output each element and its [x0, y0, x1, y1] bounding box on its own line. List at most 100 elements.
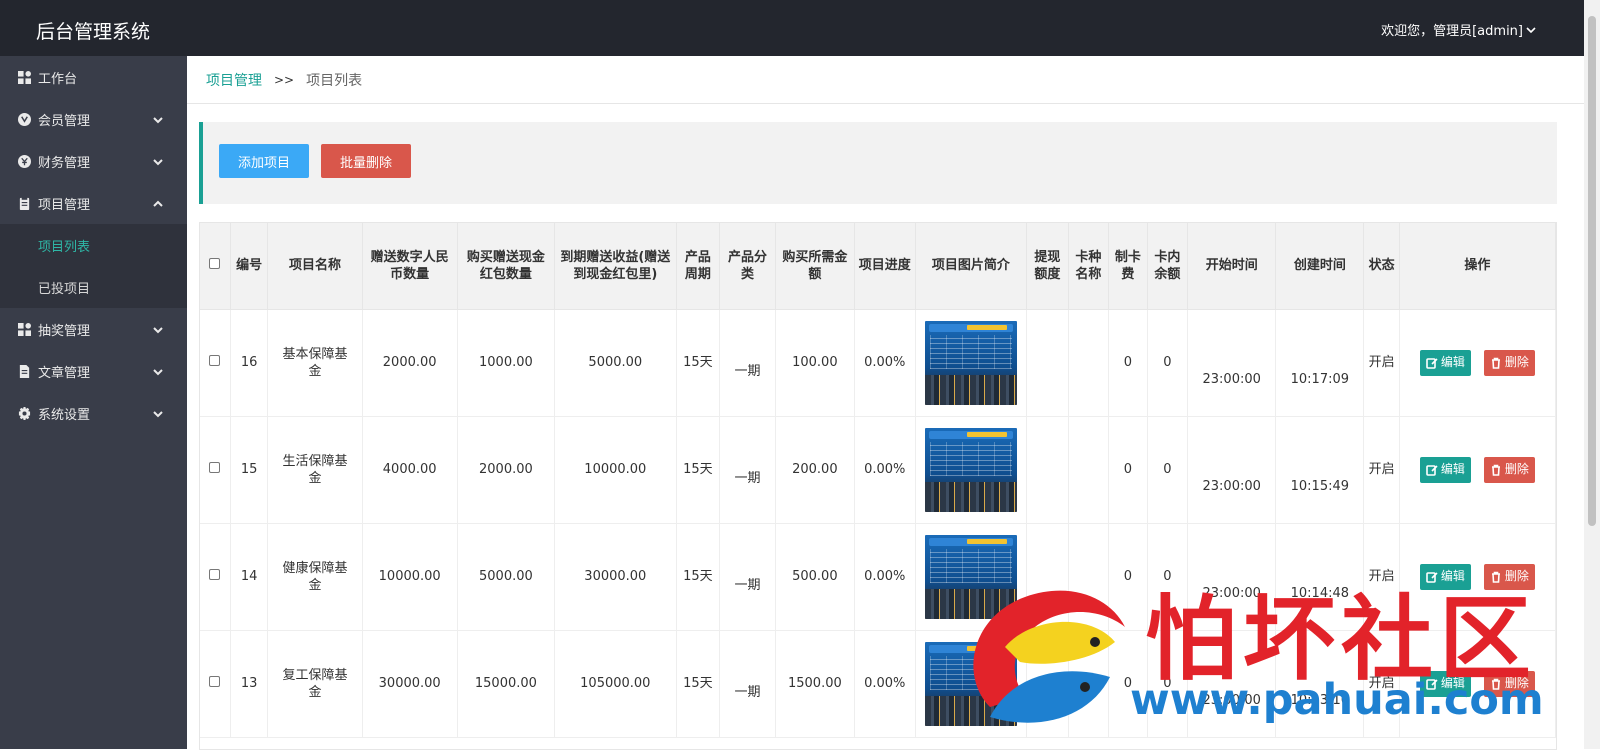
header-id: 编号: [230, 223, 269, 310]
project-image[interactable]: [924, 641, 1017, 726]
add-project-button[interactable]: 添加项目: [219, 144, 309, 178]
chevron-down-icon: [153, 156, 163, 166]
cell-maturity: 105000.00: [554, 630, 677, 738]
sidebar-item-members[interactable]: 会员管理: [0, 98, 187, 140]
header-cycle: 产品周期: [676, 223, 721, 310]
cell-cash-red: 2000.00: [457, 416, 556, 524]
cell-withdraw: [1026, 309, 1069, 417]
table-header-row: 编号 项目名称 赠送数字人民币数量 购买赠送现金红包数量 到期赠送收益(赠送到现…: [200, 223, 1556, 310]
project-icon: [17, 196, 32, 211]
table-row: 16 基本保障基金 2000.00 1000.00 5000.00 15天 一期 100.00…: [200, 309, 1556, 417]
row-checkbox[interactable]: [209, 569, 221, 580]
cell-card-fee: 0: [1108, 416, 1148, 524]
toolbar: 添加项目 批量删除: [199, 122, 1557, 204]
header-select-all[interactable]: [200, 223, 231, 310]
edit-icon: [1426, 357, 1438, 369]
delete-button[interactable]: 删除: [1483, 456, 1535, 483]
sidebar-item-finance[interactable]: 财务管理: [0, 140, 187, 182]
delete-button[interactable]: 删除: [1483, 670, 1535, 697]
trash-icon: [1491, 678, 1500, 690]
row-checkbox[interactable]: [209, 676, 221, 687]
sidebar-subitem-invested-projects[interactable]: 已投项目: [0, 266, 187, 308]
sidebar-item-projects[interactable]: 项目管理: [0, 182, 187, 224]
cell-status: 开启: [1363, 416, 1400, 524]
scrollbar-thumb[interactable]: [1588, 16, 1596, 526]
cell-cycle: 15天: [676, 630, 721, 738]
cell-digital: 30000.00: [362, 630, 458, 738]
sidebar-subitem-project-list[interactable]: 项目列表: [0, 224, 187, 266]
page-scrollbar[interactable]: [1584, 0, 1600, 749]
project-image[interactable]: [924, 427, 1017, 512]
project-image[interactable]: [924, 320, 1017, 405]
cell-status: 开启: [1363, 309, 1400, 417]
row-checkbox[interactable]: [209, 355, 221, 366]
cell-select[interactable]: [200, 416, 231, 524]
cell-image: [915, 523, 1028, 631]
cell-status: 开启: [1363, 523, 1400, 631]
cell-amount: 1500.00: [775, 630, 855, 738]
cell-category: 一期: [719, 309, 776, 417]
welcome-text: 欢迎您，管理员[admin]: [1381, 24, 1523, 39]
edit-button[interactable]: 编辑: [1419, 670, 1471, 697]
chevron-down-icon: [153, 324, 163, 334]
sidebar-item-label: 会员管理: [38, 113, 91, 129]
select-all-checkbox[interactable]: [209, 258, 221, 270]
delete-button[interactable]: 删除: [1483, 349, 1535, 376]
project-image[interactable]: [924, 534, 1017, 619]
edit-label: 编辑: [1440, 676, 1465, 690]
cell-select[interactable]: [200, 630, 231, 738]
row-checkbox[interactable]: [209, 462, 221, 473]
cell-progress: 0.00%: [854, 416, 916, 524]
dashboard-icon: [17, 70, 32, 85]
user-menu[interactable]: 欢迎您，管理员[admin]: [1381, 20, 1536, 39]
edit-button[interactable]: 编辑: [1419, 349, 1471, 376]
cell-card-fee: 0: [1108, 630, 1148, 738]
header-amount: 购买所需金额: [775, 223, 855, 310]
breadcrumb: 项目管理 >> 项目列表: [187, 56, 1584, 104]
cell-image: [915, 309, 1028, 417]
header-withdraw: 提现额度: [1026, 223, 1069, 310]
cell-withdraw: [1026, 416, 1069, 524]
app-title: 后台管理系统: [36, 21, 151, 43]
sidebar-item-articles[interactable]: 文章管理: [0, 350, 187, 392]
edit-button[interactable]: 编辑: [1419, 456, 1471, 483]
sidebar-item-label: 文章管理: [38, 365, 91, 381]
cell-amount: 500.00: [775, 523, 855, 631]
cell-select[interactable]: [200, 309, 231, 417]
sidebar-item-dashboard[interactable]: 工作台: [0, 56, 187, 98]
delete-label: 删除: [1504, 569, 1529, 583]
delete-button[interactable]: 删除: [1483, 563, 1535, 590]
chevron-down-icon: [153, 366, 163, 376]
cell-progress: 0.00%: [854, 630, 916, 738]
header-card-name: 卡种名称: [1068, 223, 1110, 310]
table-row: 14 健康保障基金 10000.00 5000.00 30000.00 15天 一期 500.…: [200, 523, 1556, 631]
trash-icon: [1491, 357, 1500, 369]
cell-created: 10:14:48: [1275, 523, 1365, 631]
cell-card-balance: 0: [1147, 630, 1189, 738]
cell-name: 生活保障基金: [267, 416, 363, 524]
breadcrumb-project-management[interactable]: 项目管理: [206, 70, 262, 90]
cell-start: 23:00:00: [1187, 309, 1277, 417]
cell-withdraw: [1026, 630, 1069, 738]
cell-card-name: [1068, 523, 1110, 631]
cell-maturity: 30000.00: [554, 523, 677, 631]
edit-icon: [1426, 571, 1438, 583]
cell-select[interactable]: [200, 523, 231, 631]
cell-created: 10:17:09: [1275, 309, 1365, 417]
sidebar-item-label: 财务管理: [38, 155, 91, 171]
edit-button[interactable]: 编辑: [1419, 563, 1471, 590]
batch-delete-button[interactable]: 批量删除: [321, 144, 411, 178]
cell-name: 复工保障基金: [267, 630, 363, 738]
sidebar-item-label: 项目管理: [38, 197, 91, 213]
cell-cycle: 15天: [676, 523, 721, 631]
header-ops: 操作: [1399, 223, 1556, 310]
sidebar-item-settings[interactable]: 系统设置: [0, 392, 187, 434]
header-start: 开始时间: [1187, 223, 1277, 310]
cell-card-fee: 0: [1108, 309, 1148, 417]
header-name: 项目名称: [267, 223, 363, 310]
cell-category: 一期: [719, 630, 776, 738]
top-bar: 后台管理系统 欢迎您，管理员[admin]: [0, 0, 1584, 56]
article-icon: [17, 364, 32, 379]
cell-id: 15: [230, 416, 269, 524]
sidebar-item-lottery[interactable]: 抽奖管理: [0, 308, 187, 350]
